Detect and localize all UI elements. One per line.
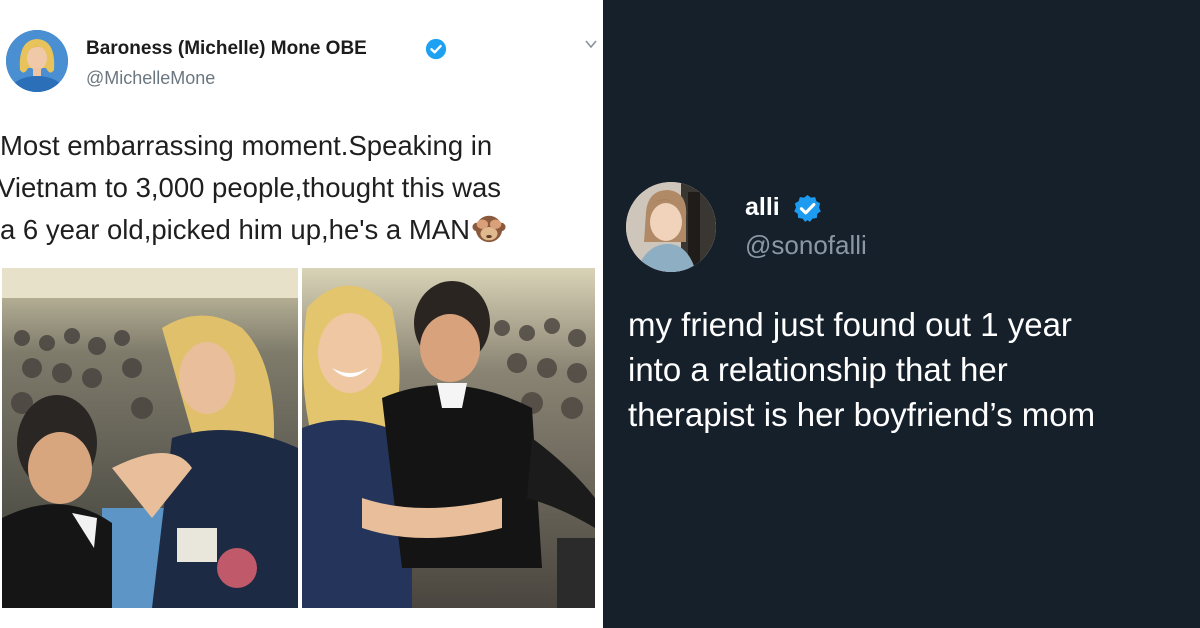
tweet-text-line: therapist is her boyfriend’s mom xyxy=(628,396,1096,433)
stage-photo-illustration xyxy=(2,268,298,608)
left-tweet-card: Baroness (Michelle) Mone OBE @MichelleMo… xyxy=(0,0,603,628)
handle[interactable]: @MichelleMone xyxy=(86,68,215,89)
tweet-text-line: a 6 year old,picked him up,he's a MAN xyxy=(0,209,603,251)
tweet-text: Most embarrassing moment.Speaking in Vie… xyxy=(0,125,603,251)
see-no-evil-monkey-icon xyxy=(472,215,506,242)
tweet-text: my friend just found out 1 year into a r… xyxy=(628,302,1188,437)
verified-badge-icon xyxy=(794,194,821,222)
avatar[interactable] xyxy=(626,182,716,272)
tweet-text-line: into a relationship that her xyxy=(628,351,1008,388)
carry-photo-illustration xyxy=(302,268,595,608)
tweet-photo-carry[interactable] xyxy=(302,268,595,608)
tweet-text-line: my friend just found out 1 year xyxy=(628,306,1072,343)
handle[interactable]: @sonofalli xyxy=(745,230,867,261)
avatar[interactable] xyxy=(6,30,68,92)
display-name[interactable]: alli xyxy=(745,193,780,222)
chevron-down-icon[interactable] xyxy=(584,38,598,50)
display-name[interactable]: Baroness (Michelle) Mone OBE xyxy=(86,38,367,60)
tweet-text-line: Vietnam to 3,000 people,thought this was xyxy=(0,172,502,203)
tweet-photo-stage[interactable] xyxy=(2,268,298,608)
verified-badge-icon xyxy=(425,38,447,60)
tweet-text-line: Most embarrassing moment.Speaking in xyxy=(0,130,493,161)
